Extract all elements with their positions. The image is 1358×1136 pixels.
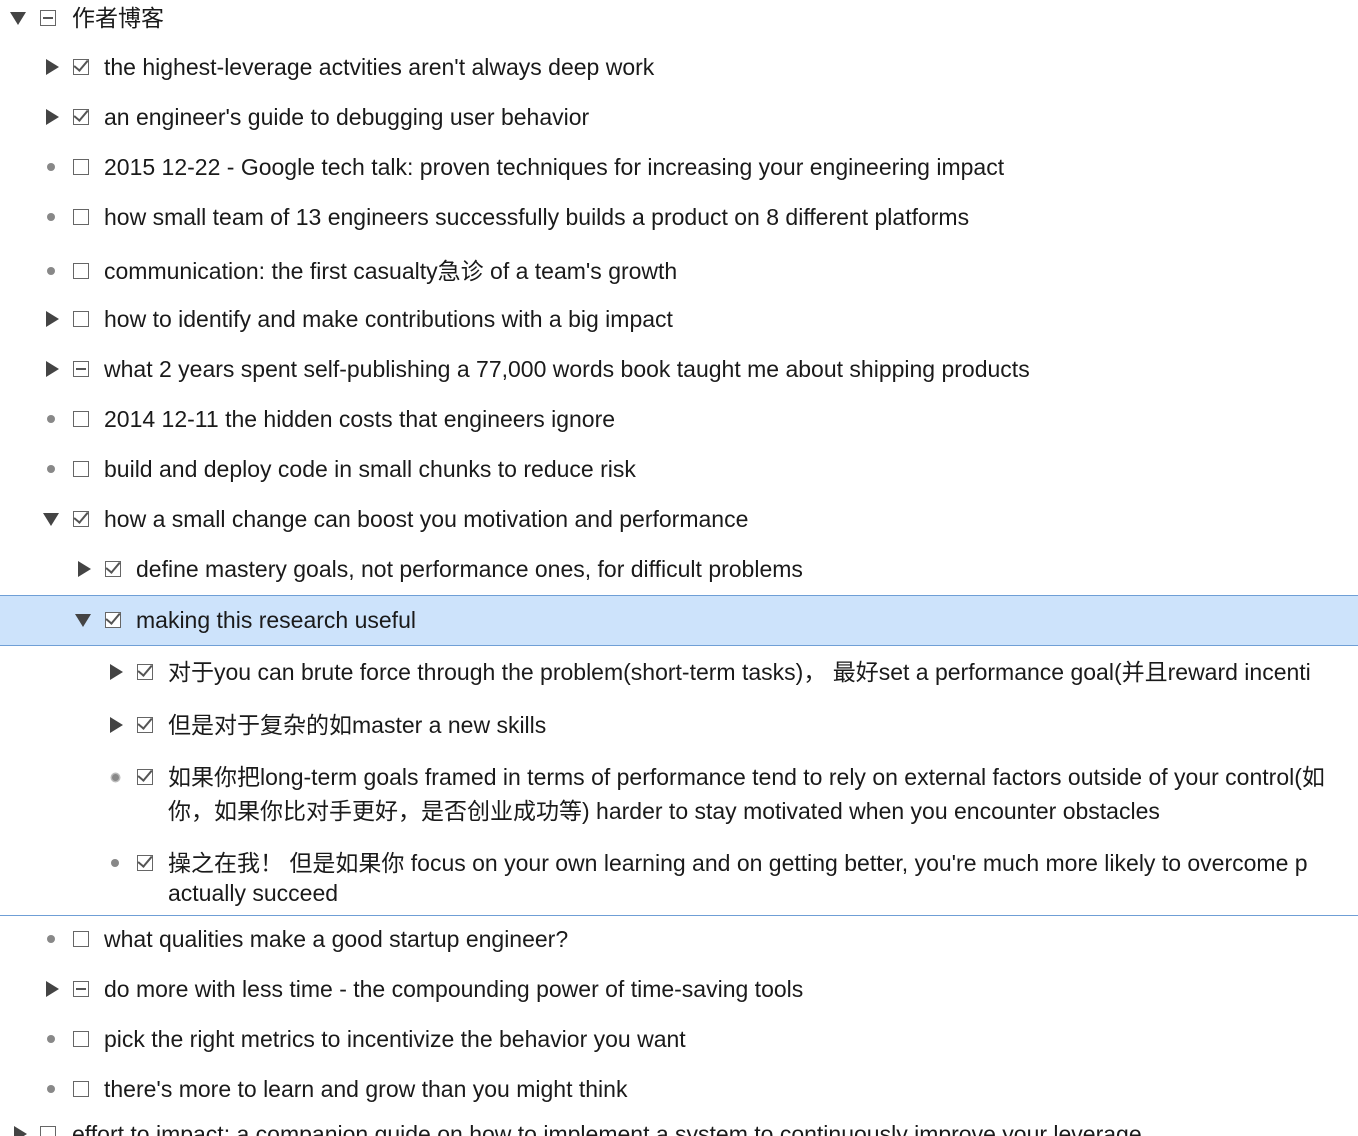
disclosure-expanded-icon[interactable] <box>41 503 61 535</box>
checkbox-unchecked[interactable] <box>73 931 89 947</box>
root-label: 作者博客 <box>72 5 164 31</box>
item-label: an engineer's guide to debugging user be… <box>104 104 590 130</box>
checkbox-partial[interactable] <box>73 981 89 997</box>
bullet-icon <box>41 923 61 955</box>
bullet-icon <box>41 151 61 183</box>
bullet-icon <box>41 1073 61 1105</box>
checkbox-checked[interactable] <box>105 561 121 577</box>
item-label: 2014 12-11 the hidden costs that enginee… <box>104 406 616 432</box>
item-label: 2015 12-22 - Google tech talk: proven te… <box>104 154 1005 180</box>
checkbox-checked[interactable] <box>73 511 89 527</box>
checkbox-checked[interactable] <box>105 612 121 628</box>
checkbox-checked[interactable] <box>73 109 89 125</box>
checkbox-unchecked[interactable] <box>73 159 89 175</box>
item-label-continued: actually succeed <box>168 880 339 906</box>
disclosure-collapsed-icon[interactable] <box>42 353 62 385</box>
checkbox-partial[interactable] <box>40 10 56 26</box>
checkbox-unchecked[interactable] <box>73 411 89 427</box>
disclosure-collapsed-icon[interactable] <box>42 51 62 83</box>
checkbox-unchecked[interactable] <box>40 1126 56 1136</box>
disclosure-collapsed-icon[interactable] <box>42 973 62 1005</box>
bullet-icon <box>105 761 125 793</box>
tree-row-root[interactable]: 作者博客 <box>0 2 1358 36</box>
checkbox-partial[interactable] <box>73 361 89 377</box>
checkbox-checked[interactable] <box>137 769 153 785</box>
item-label: 如果你把long-term goals framed in terms of p… <box>168 764 1325 790</box>
item-label: what qualities make a good startup engin… <box>104 926 569 952</box>
tree-row-selected[interactable]: making this research useful <box>0 595 1358 646</box>
bullet-icon <box>41 1023 61 1055</box>
bullet-icon <box>41 201 61 233</box>
disclosure-collapsed-icon[interactable] <box>42 303 62 335</box>
item-label: what 2 years spent self-publishing a 77,… <box>104 356 1030 382</box>
item-label: how a small change can boost you motivat… <box>104 506 749 532</box>
item-label: pick the right metrics to incentivize th… <box>104 1026 686 1052</box>
disclosure-collapsed-icon[interactable] <box>106 656 126 688</box>
disclosure-collapsed-icon[interactable] <box>10 1118 30 1136</box>
item-label: define mastery goals, not performance on… <box>136 556 803 582</box>
checkbox-checked[interactable] <box>137 664 153 680</box>
disclosure-collapsed-icon[interactable] <box>74 553 94 585</box>
disclosure-collapsed-icon[interactable] <box>42 101 62 133</box>
checkbox-unchecked[interactable] <box>73 1081 89 1097</box>
item-label: 对于you can brute force through the proble… <box>168 659 1311 685</box>
checkbox-unchecked[interactable] <box>73 1031 89 1047</box>
checkbox-checked[interactable] <box>137 855 153 871</box>
item-label: build and deploy code in small chunks to… <box>104 456 636 482</box>
tree-row[interactable]: 操之在我！ 但是如果你 focus on your own learning a… <box>0 847 1358 911</box>
bullet-icon <box>41 255 61 287</box>
checkbox-unchecked[interactable] <box>73 311 89 327</box>
item-label: communication: the first casualty急诊 of a… <box>104 258 678 284</box>
checkbox-unchecked[interactable] <box>73 209 89 225</box>
item-label: 操之在我！ 但是如果你 focus on your own learning a… <box>168 850 1308 876</box>
checkbox-checked[interactable] <box>73 59 89 75</box>
disclosure-expanded-icon[interactable] <box>8 2 28 34</box>
bullet-icon <box>41 453 61 485</box>
disclosure-collapsed-icon[interactable] <box>106 709 126 741</box>
bullet-icon <box>105 847 125 879</box>
item-label: making this research useful <box>136 607 416 633</box>
item-label: do more with less time - the compounding… <box>104 976 804 1002</box>
item-label: effort to impact: a companion guide on h… <box>72 1121 1142 1136</box>
tree-row[interactable]: 如果你把long-term goals framed in terms of p… <box>0 761 1358 831</box>
item-label: there's more to learn and grow than you … <box>104 1076 628 1102</box>
disclosure-expanded-icon[interactable] <box>73 604 93 636</box>
item-label: the highest-leverage actvities aren't al… <box>104 54 655 80</box>
item-label-continued: 你，如果你比对手更好，是否创业成功等) harder to stay motiv… <box>168 798 1160 824</box>
item-label: how small team of 13 engineers successfu… <box>104 204 970 230</box>
item-label: 但是对于复杂的如master a new skills <box>168 712 547 738</box>
bullet-icon <box>41 403 61 435</box>
checkbox-unchecked[interactable] <box>73 263 89 279</box>
outline-tree: 作者博客 the highest-leverage actvities aren… <box>0 0 1358 1136</box>
item-label: how to identify and make contributions w… <box>104 306 673 332</box>
checkbox-unchecked[interactable] <box>73 461 89 477</box>
checkbox-checked[interactable] <box>137 717 153 733</box>
